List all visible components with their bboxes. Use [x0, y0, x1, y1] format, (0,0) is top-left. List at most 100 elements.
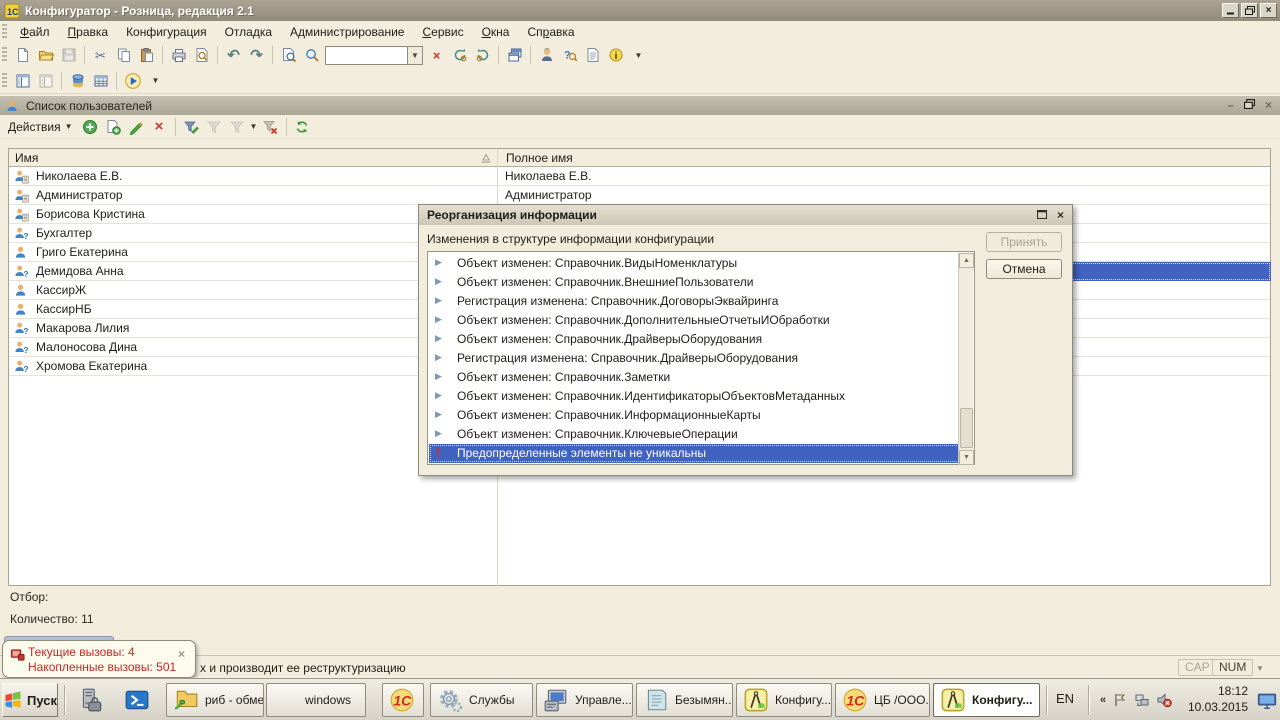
show-desktop-button[interactable]	[1256, 685, 1278, 715]
refresh-button[interactable]	[291, 116, 314, 138]
menu-item-1[interactable]: Правка	[59, 23, 118, 41]
search-dropdown-button[interactable]: ▼	[407, 46, 423, 65]
change-list-item[interactable]: !Предопределенные элементы не уникальны	[429, 444, 960, 463]
language-indicator[interactable]: EN	[1056, 691, 1074, 706]
expand-arrow-icon[interactable]: ▶	[435, 315, 442, 324]
quick-launch-server-tools[interactable]	[76, 685, 106, 715]
change-list-item[interactable]: ▶Объект изменен: Справочник.КлючевыеОпер…	[429, 425, 960, 444]
taskbar-button-5[interactable]: Безымян...	[636, 683, 733, 717]
dialog-scrollbar[interactable]: ▲ ▼	[958, 253, 973, 465]
paste-button[interactable]	[135, 44, 158, 66]
scroll-down-arrow[interactable]: ▼	[959, 450, 974, 465]
menu-item-7[interactable]: Справка	[518, 23, 583, 41]
scroll-thumb[interactable]	[960, 408, 973, 448]
expand-arrow-icon[interactable]: ▶	[435, 353, 442, 362]
find-next-button[interactable]	[448, 44, 471, 66]
start-debug-button[interactable]	[121, 70, 144, 92]
expand-arrow-icon[interactable]: ▶	[435, 296, 442, 305]
change-list-item[interactable]: ▶Объект изменен: Справочник.Информационн…	[429, 406, 960, 425]
save-button[interactable]	[57, 44, 80, 66]
syntax-assistant-button[interactable]	[535, 44, 558, 66]
add-copy-button[interactable]	[102, 116, 125, 138]
taskbar-button-2[interactable]	[382, 683, 424, 717]
dialog-close-button[interactable]: ×	[1057, 208, 1064, 222]
tray-clock[interactable]: 18:12 10.03.2015	[1180, 683, 1248, 715]
expand-arrow-icon[interactable]: ▶	[435, 277, 442, 286]
clear-filter-button[interactable]	[259, 116, 282, 138]
config-window-button[interactable]	[11, 70, 34, 92]
debug-overflow-button[interactable]: ▼	[144, 70, 167, 92]
column-header-name[interactable]: Имя	[15, 151, 38, 165]
close-button[interactable]: ×	[1260, 3, 1277, 18]
menu-item-6[interactable]: Окна	[473, 23, 519, 41]
windows-list-button[interactable]	[503, 44, 526, 66]
expand-arrow-icon[interactable]: ▶	[435, 334, 442, 343]
print-button[interactable]	[167, 44, 190, 66]
open-button[interactable]	[34, 44, 57, 66]
change-list-item[interactable]: ▶Объект изменен: Справочник.Идентификато…	[429, 387, 960, 406]
taskbar-button-8[interactable]: Конфигу...	[933, 683, 1040, 717]
new-document-button[interactable]	[11, 44, 34, 66]
volume-muted-icon[interactable]	[1156, 692, 1172, 708]
config-window-alt-button[interactable]	[34, 70, 57, 92]
expand-arrow-icon[interactable]: ▶	[435, 410, 442, 419]
set-filter-button[interactable]	[180, 116, 203, 138]
child-restore-button[interactable]	[1244, 98, 1255, 112]
taskbar-button-3[interactable]: Службы	[430, 683, 533, 717]
menu-item-4[interactable]: Администрирование	[281, 23, 413, 41]
child-minimize-button[interactable]: –	[1227, 98, 1234, 112]
help-contents-button[interactable]	[581, 44, 604, 66]
menu-item-5[interactable]: Сервис	[413, 23, 472, 41]
start-button[interactable]: Пуск	[2, 683, 58, 717]
tray-expand-icon[interactable]: «	[1100, 694, 1106, 706]
undo-button[interactable]: ↶	[222, 44, 245, 66]
print-preview-button[interactable]	[190, 44, 213, 66]
expand-arrow-icon[interactable]: ▶	[435, 429, 442, 438]
menu-grip[interactable]	[2, 24, 7, 40]
actions-menu-button[interactable]: Действия▼	[0, 120, 79, 134]
table-header[interactable]: Имя Полное имя	[9, 149, 1270, 167]
dialog-title-bar[interactable]: Реорганизация информации ×	[419, 205, 1072, 225]
scroll-up-arrow[interactable]: ▲	[959, 253, 974, 268]
column-header-fullname[interactable]: Полное имя	[506, 151, 573, 165]
network-icon[interactable]	[1134, 692, 1150, 708]
change-list-item[interactable]: ▶Регистрация изменена: Справочник.Догово…	[429, 292, 960, 311]
child-close-button[interactable]: ×	[1265, 98, 1272, 112]
change-list-item[interactable]: ▶Объект изменен: Справочник.ВидыНоменкла…	[429, 254, 960, 273]
add-button[interactable]	[79, 116, 102, 138]
accept-button[interactable]: Принять	[986, 232, 1062, 252]
cancel-button[interactable]: Отмена	[986, 259, 1062, 279]
taskbar-button-4[interactable]: Управле...	[536, 683, 633, 717]
info-button[interactable]	[604, 44, 627, 66]
dialog-maximize-button[interactable]	[1037, 208, 1047, 222]
menu-item-2[interactable]: Конфигурация	[117, 23, 216, 41]
taskbar-button-7[interactable]: ЦБ /ООО...	[835, 683, 930, 717]
find-prev-button[interactable]	[471, 44, 494, 66]
expand-arrow-icon[interactable]: ▶	[435, 391, 442, 400]
statusbar-dropdown-icon[interactable]: ▼	[1256, 664, 1264, 673]
toolbar2-grip[interactable]	[2, 73, 7, 89]
change-list-item[interactable]: ▶Объект изменен: Справочник.Заметки	[429, 368, 960, 387]
taskbar-button-1[interactable]: windows	[266, 683, 366, 717]
help-search-button[interactable]	[558, 44, 581, 66]
toolbar-grip[interactable]	[2, 47, 7, 63]
edit-button[interactable]	[125, 116, 148, 138]
filter-history-dropdown[interactable]: ▼	[249, 116, 259, 138]
database-button[interactable]	[66, 70, 89, 92]
change-list-item[interactable]: ▶Регистрация изменена: Справочник.Драйве…	[429, 349, 960, 368]
minimize-button[interactable]	[1222, 3, 1239, 18]
taskbar-button-0[interactable]: риб - обмен	[166, 683, 264, 717]
restore-button[interactable]	[1241, 3, 1258, 18]
child-window-title-bar[interactable]: Список пользователей – ×	[0, 96, 1280, 115]
expand-arrow-icon[interactable]: ▶	[435, 372, 442, 381]
toolbar-overflow-button[interactable]: ▼	[627, 44, 650, 66]
table-row[interactable]: АдминистраторАдминистратор	[9, 186, 1270, 205]
magnifier-icon[interactable]	[300, 44, 323, 66]
clear-search-button[interactable]: ×	[425, 44, 448, 66]
menu-item-3[interactable]: Отладка	[216, 23, 281, 41]
cut-button[interactable]: ✂	[89, 44, 112, 66]
change-list-item[interactable]: ▶Объект изменен: Справочник.ВнешниеПольз…	[429, 273, 960, 292]
find-button[interactable]	[277, 44, 300, 66]
delete-button[interactable]: ×	[148, 116, 171, 138]
notification-close-icon[interactable]: ×	[178, 647, 185, 661]
